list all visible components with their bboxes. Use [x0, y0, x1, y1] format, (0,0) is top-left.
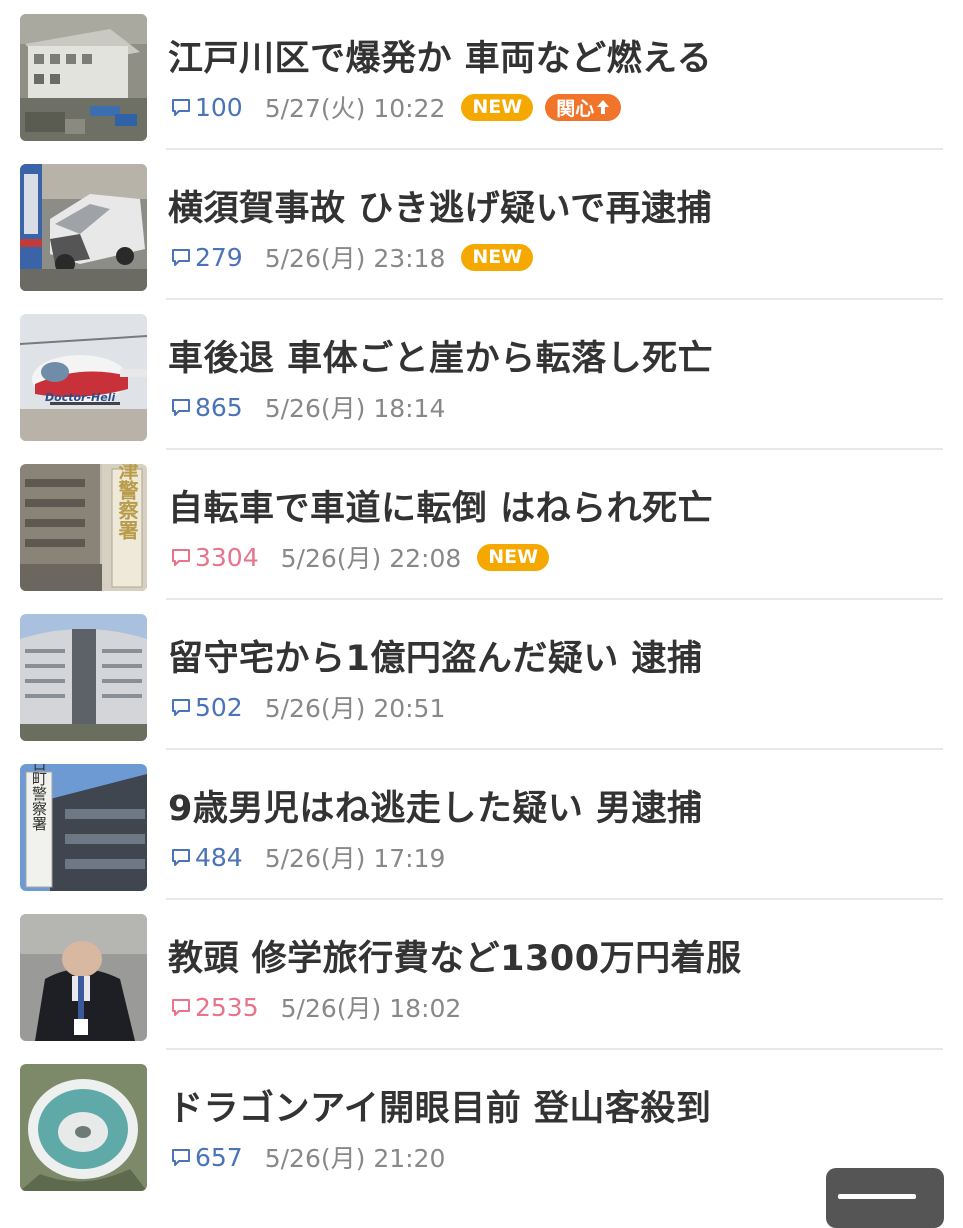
article-date: 5/26(月) 23:18: [264, 244, 446, 273]
comment-bubble-icon: [172, 249, 190, 266]
comment-count: 865: [170, 393, 243, 422]
comment-bubble-icon: [172, 99, 190, 116]
new-badge: NEW: [477, 543, 550, 571]
comment-count: 100: [170, 93, 243, 122]
comment-count-value: 2535: [195, 992, 259, 1022]
new-badge: NEW: [461, 243, 534, 271]
news-list: 江戸川区で爆発か 車両など燃える 100 5/27(火) 10:22 NEW 関…: [0, 0, 963, 1200]
article-date: 5/26(月) 20:51: [264, 694, 446, 723]
arrow-up-icon: [597, 100, 610, 114]
thumbnail-crashed-car: [20, 164, 147, 291]
comment-count-value: 3304: [195, 542, 259, 572]
interest-badge-label: 関心: [556, 97, 595, 120]
thumbnail-bowing-official: [20, 914, 147, 1041]
comment-count-value: 502: [195, 692, 243, 722]
article-meta: 865 5/26(月) 18:14: [170, 390, 461, 424]
news-item[interactable]: 大津警察署 自転車で車道に転倒 はねられ死亡 3304 5/26(月) 22:0…: [0, 450, 963, 600]
comment-count: 657: [170, 1143, 243, 1172]
article-meta: 2535 5/26(月) 18:02: [170, 990, 477, 1024]
thumbnail-police-headquarters: [20, 614, 147, 741]
article-date: 5/26(月) 17:19: [264, 844, 446, 873]
floating-menu-button[interactable]: [826, 1168, 944, 1228]
comment-bubble-icon: [172, 1149, 190, 1166]
comment-count-value: 657: [195, 1142, 243, 1172]
news-item[interactable]: Doctor-Heli 車後退 車体ごと崖から転落し死亡 865 5/26(月)…: [0, 300, 963, 450]
comment-bubble-icon: [172, 399, 190, 416]
news-item[interactable]: 江戸川区で爆発か 車両など燃える 100 5/27(火) 10:22 NEW 関…: [0, 0, 963, 150]
comment-count: 484: [170, 843, 243, 872]
article-title: 自転車で車道に転倒 はねられ死亡: [168, 489, 714, 529]
comment-count: 502: [170, 693, 243, 722]
article-date: 5/26(月) 18:02: [280, 994, 462, 1023]
article-title: 車後退 車体ごと崖から転落し死亡: [168, 339, 714, 379]
article-date: 5/26(月) 21:20: [264, 1144, 446, 1173]
article-title: 横須賀事故 ひき逃げ疑いで再逮捕: [168, 189, 713, 229]
news-item[interactable]: 留守宅から1億円盗んだ疑い 逮捕 502 5/26(月) 20:51: [0, 600, 963, 750]
article-meta: 657 5/26(月) 21:20: [170, 1140, 461, 1174]
article-title: 江戸川区で爆発か 車両など燃える: [168, 39, 713, 79]
comment-count-value: 484: [195, 842, 243, 872]
thumbnail-dragon-eye: [20, 1064, 147, 1191]
menu-icon: [838, 1194, 916, 1199]
article-meta: 279 5/26(月) 23:18 NEW: [170, 240, 545, 274]
article-meta: 484 5/26(月) 17:19: [170, 840, 461, 874]
new-badge: NEW: [461, 93, 534, 121]
article-date: 5/26(月) 22:08: [280, 544, 462, 573]
news-item[interactable]: 向日町警察署 9歳男児はね逃走した疑い 男逮捕 484 5/26(月) 17:1…: [0, 750, 963, 900]
interest-badge: 関心: [545, 93, 622, 121]
comment-count-value: 279: [195, 242, 243, 272]
article-meta: 100 5/27(火) 10:22 NEW 関心: [170, 90, 633, 124]
comment-count-value: 865: [195, 392, 243, 422]
comment-count: 2535: [170, 993, 259, 1022]
comment-bubble-icon: [172, 699, 190, 716]
thumbnail-mukomachi-police-station: 向日町警察署: [20, 764, 147, 891]
article-date: 5/27(火) 10:22: [264, 94, 446, 123]
comment-count: 3304: [170, 543, 259, 572]
comment-count-value: 100: [195, 92, 243, 122]
comment-bubble-icon: [172, 849, 190, 866]
svg-text:向日町警察署: 向日町警察署: [30, 764, 48, 831]
news-item[interactable]: 教頭 修学旅行費など1300万円着服 2535 5/26(月) 18:02: [0, 900, 963, 1050]
article-title: 9歳男児はね逃走した疑い 男逮捕: [168, 789, 703, 829]
svg-text:大津警察署: 大津警察署: [115, 464, 139, 541]
thumbnail-otsu-police-station: 大津警察署: [20, 464, 147, 591]
article-meta: 502 5/26(月) 20:51: [170, 690, 461, 724]
article-title: 教頭 修学旅行費など1300万円着服: [168, 939, 742, 979]
svg-text:Doctor-Heli: Doctor-Heli: [45, 391, 115, 404]
comment-count: 279: [170, 243, 243, 272]
comment-bubble-icon: [172, 999, 190, 1016]
news-item[interactable]: ドラゴンアイ開眼目前 登山客殺到 657 5/26(月) 21:20: [0, 1050, 963, 1200]
article-date: 5/26(月) 18:14: [264, 394, 446, 423]
thumbnail-doctor-heli: Doctor-Heli: [20, 314, 147, 441]
article-title: 留守宅から1億円盗んだ疑い 逮捕: [168, 639, 703, 679]
article-meta: 3304 5/26(月) 22:08 NEW: [170, 540, 561, 574]
article-title: ドラゴンアイ開眼目前 登山客殺到: [168, 1089, 712, 1129]
comment-bubble-icon: [172, 549, 190, 566]
thumbnail-building-fire: [20, 14, 147, 141]
news-item[interactable]: 横須賀事故 ひき逃げ疑いで再逮捕 279 5/26(月) 23:18 NEW: [0, 150, 963, 300]
